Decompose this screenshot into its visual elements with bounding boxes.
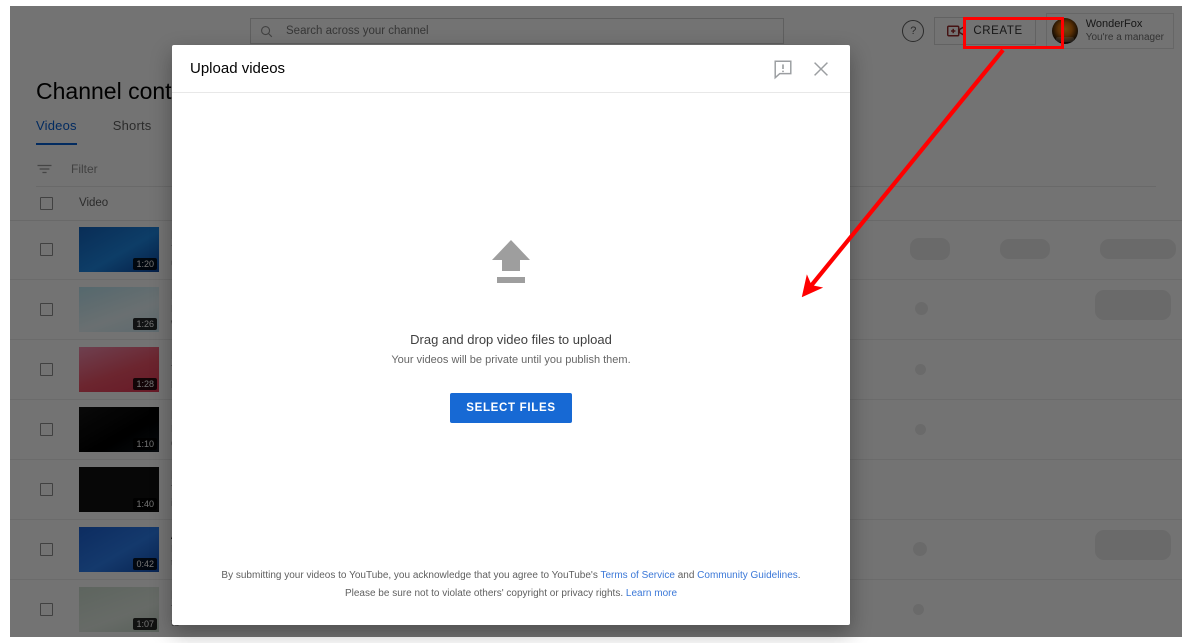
footer-text-4: Please be sure not to violate others' co… (344, 588, 626, 599)
upload-videos-dialog: Upload videos Drag and drop video files … (172, 45, 850, 625)
learn-more-link[interactable]: Learn more (626, 588, 677, 599)
upload-arrow-icon (488, 238, 534, 286)
community-guidelines-link[interactable]: Community Guidelines (697, 570, 798, 581)
dialog-header: Upload videos (172, 45, 850, 93)
feedback-icon[interactable] (772, 58, 794, 80)
dialog-title: Upload videos (190, 60, 286, 77)
footer-line-2: Please be sure not to violate others' co… (212, 585, 810, 603)
dropzone-subtitle: Your videos will be private until you pu… (391, 353, 631, 366)
footer-text-2: and (674, 570, 698, 581)
footer-text-3: . (797, 570, 801, 581)
dialog-footer: By submitting your videos to YouTube, yo… (172, 567, 850, 625)
dropzone-title: Drag and drop video files to upload (410, 331, 612, 347)
footer-line-1: By submitting your videos to YouTube, yo… (212, 567, 810, 585)
terms-of-service-link[interactable]: Terms of Service (600, 570, 674, 581)
footer-text-1: By submitting your videos to YouTube, yo… (221, 570, 601, 581)
select-files-button[interactable]: SELECT FILES (450, 392, 572, 423)
upload-dropzone[interactable]: Drag and drop video files to upload Your… (172, 93, 850, 567)
close-icon[interactable] (810, 58, 832, 80)
screenshot-root: ? CREATE WonderFox You're a manager (0, 0, 1190, 643)
